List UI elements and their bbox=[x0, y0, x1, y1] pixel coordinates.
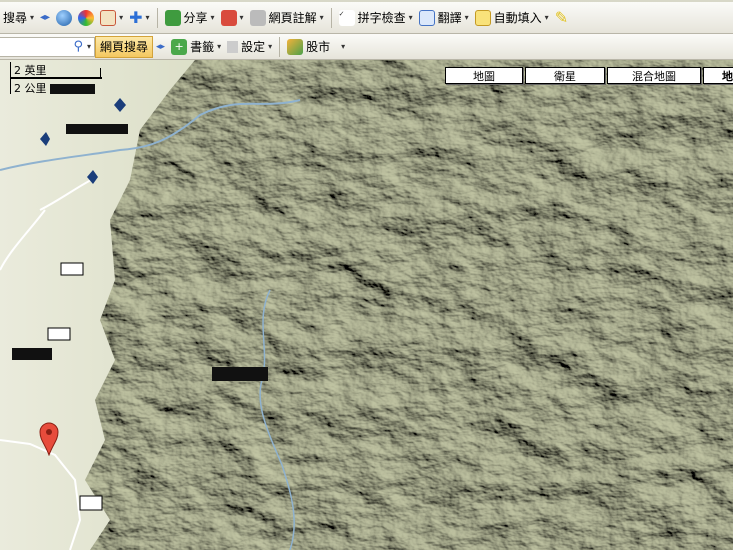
chevron-down-icon: ▾ bbox=[217, 42, 222, 51]
scale-imperial: 2 英里 bbox=[14, 64, 47, 77]
share-label: 分享 bbox=[183, 11, 208, 25]
arrow-back-icon[interactable]: ◂▸ bbox=[37, 6, 53, 30]
settings-button[interactable]: 設定 ▾ bbox=[224, 35, 275, 59]
bookmarks-label: 書籤 bbox=[190, 40, 215, 54]
road-label-box bbox=[79, 495, 103, 511]
settings-label: 設定 bbox=[241, 40, 266, 54]
translate-button[interactable]: 翻譯 ▾ bbox=[416, 6, 472, 30]
search-icon: ⚲ bbox=[73, 39, 83, 54]
terrain-map-canvas[interactable] bbox=[0, 60, 733, 550]
search-input[interactable]: ⚲ ▾ bbox=[0, 36, 95, 57]
chevron-down-icon: ▾ bbox=[145, 13, 150, 22]
highlighter-icon[interactable]: ✎ bbox=[552, 6, 571, 30]
bookmarks-button[interactable]: + 書籤 ▾ bbox=[168, 35, 224, 59]
add-button-icon[interactable]: ✚ ▾ bbox=[126, 6, 152, 30]
chevron-down-icon: ▾ bbox=[268, 42, 273, 51]
picasa-icon[interactable] bbox=[75, 6, 97, 30]
comment-icon bbox=[249, 9, 266, 26]
chevron-down-icon: ▾ bbox=[239, 13, 244, 22]
chevron-down-icon: ▾ bbox=[408, 13, 413, 22]
autofill-label: 自動填入 bbox=[493, 11, 542, 25]
google-toolbar-row-1: 搜尋 ▾ ◂▸ ▾ ✚ ▾ 分享 ▾ ▾ 網頁註解 ▾ ✓ 拼字檢查 ▾ 翻譯 ▾ 自動填入 ▾… bbox=[0, 2, 733, 34]
chevron-down-icon: ▾ bbox=[544, 13, 549, 22]
gmail-icon[interactable]: ▾ bbox=[97, 6, 126, 30]
web-search-button[interactable]: 網頁搜尋 bbox=[95, 35, 154, 58]
road-label-box bbox=[47, 327, 71, 341]
chevron-down-icon: ▾ bbox=[86, 42, 91, 51]
toolbar-divider bbox=[330, 7, 332, 28]
google-toolbar-row-2: ⚲ ▾ 網頁搜尋 ◂▸ + 書籤 ▾ 設定 ▾ 股市 ▾ bbox=[0, 34, 733, 60]
chevron-down-icon: ▾ bbox=[319, 13, 324, 22]
sidewiki-icon bbox=[220, 9, 237, 26]
spellcheck-icon: ✓ bbox=[338, 9, 355, 26]
toolbar-divider bbox=[156, 7, 158, 28]
spellcheck-button[interactable]: ✓ 拼字檢查 ▾ bbox=[336, 6, 416, 30]
chevron-down-icon: ▾ bbox=[210, 13, 215, 22]
map-type-controls: 地圖 衛星 混合地圖 地形 bbox=[445, 67, 733, 84]
globe-icon[interactable] bbox=[53, 6, 75, 30]
spellcheck-label: 拼字檢查 bbox=[357, 11, 406, 25]
web-search-label: 網頁搜尋 bbox=[100, 40, 149, 54]
annotate-button[interactable]: 網頁註解 ▾ bbox=[247, 6, 327, 30]
share-icon bbox=[164, 9, 181, 26]
settings-icon bbox=[227, 40, 239, 53]
chevron-down-icon: ▾ bbox=[30, 13, 35, 22]
share-button[interactable]: 分享 ▾ bbox=[162, 6, 218, 30]
annotate-label: 網頁註解 bbox=[268, 11, 317, 25]
stocks-label: 股市 bbox=[306, 40, 331, 54]
autofill-icon bbox=[474, 9, 491, 26]
scale-metric: 2 公里 bbox=[14, 82, 47, 95]
chevron-down-icon: ▾ bbox=[464, 13, 469, 22]
place-label-redacted bbox=[12, 348, 52, 360]
sidewiki-button[interactable]: ▾ bbox=[218, 6, 247, 30]
search-menu-label: 搜尋 bbox=[3, 11, 28, 25]
map-pin-icon[interactable] bbox=[39, 422, 59, 459]
toolbar-divider bbox=[279, 36, 281, 57]
place-label-redacted bbox=[212, 367, 268, 381]
bookmark-star-icon: + bbox=[171, 38, 188, 55]
search-menu[interactable]: 搜尋 ▾ bbox=[0, 6, 37, 30]
chevron-down-icon: ▾ bbox=[119, 13, 124, 22]
translate-icon bbox=[418, 9, 435, 26]
road-label-box bbox=[60, 262, 84, 276]
arrow-nav-icon[interactable]: ◂▸ bbox=[153, 35, 168, 59]
place-label-redacted bbox=[66, 124, 128, 134]
map-type-terrain[interactable]: 地形 bbox=[703, 67, 733, 84]
terrain-map[interactable] bbox=[0, 60, 733, 550]
map-type-map[interactable]: 地圖 bbox=[445, 67, 523, 84]
autofill-button[interactable]: 自動填入 ▾ bbox=[472, 6, 552, 30]
map-type-hybrid[interactable]: 混合地圖 bbox=[607, 67, 701, 84]
map-type-satellite[interactable]: 衛星 bbox=[525, 67, 605, 84]
chevron-down-icon: ▾ bbox=[341, 42, 346, 51]
scale-bar: 2 英里 2 公里 bbox=[10, 62, 102, 95]
translate-label: 翻譯 bbox=[437, 11, 462, 25]
stocks-button[interactable]: 股市 ▾ bbox=[284, 35, 348, 59]
stocks-icon bbox=[287, 38, 304, 55]
